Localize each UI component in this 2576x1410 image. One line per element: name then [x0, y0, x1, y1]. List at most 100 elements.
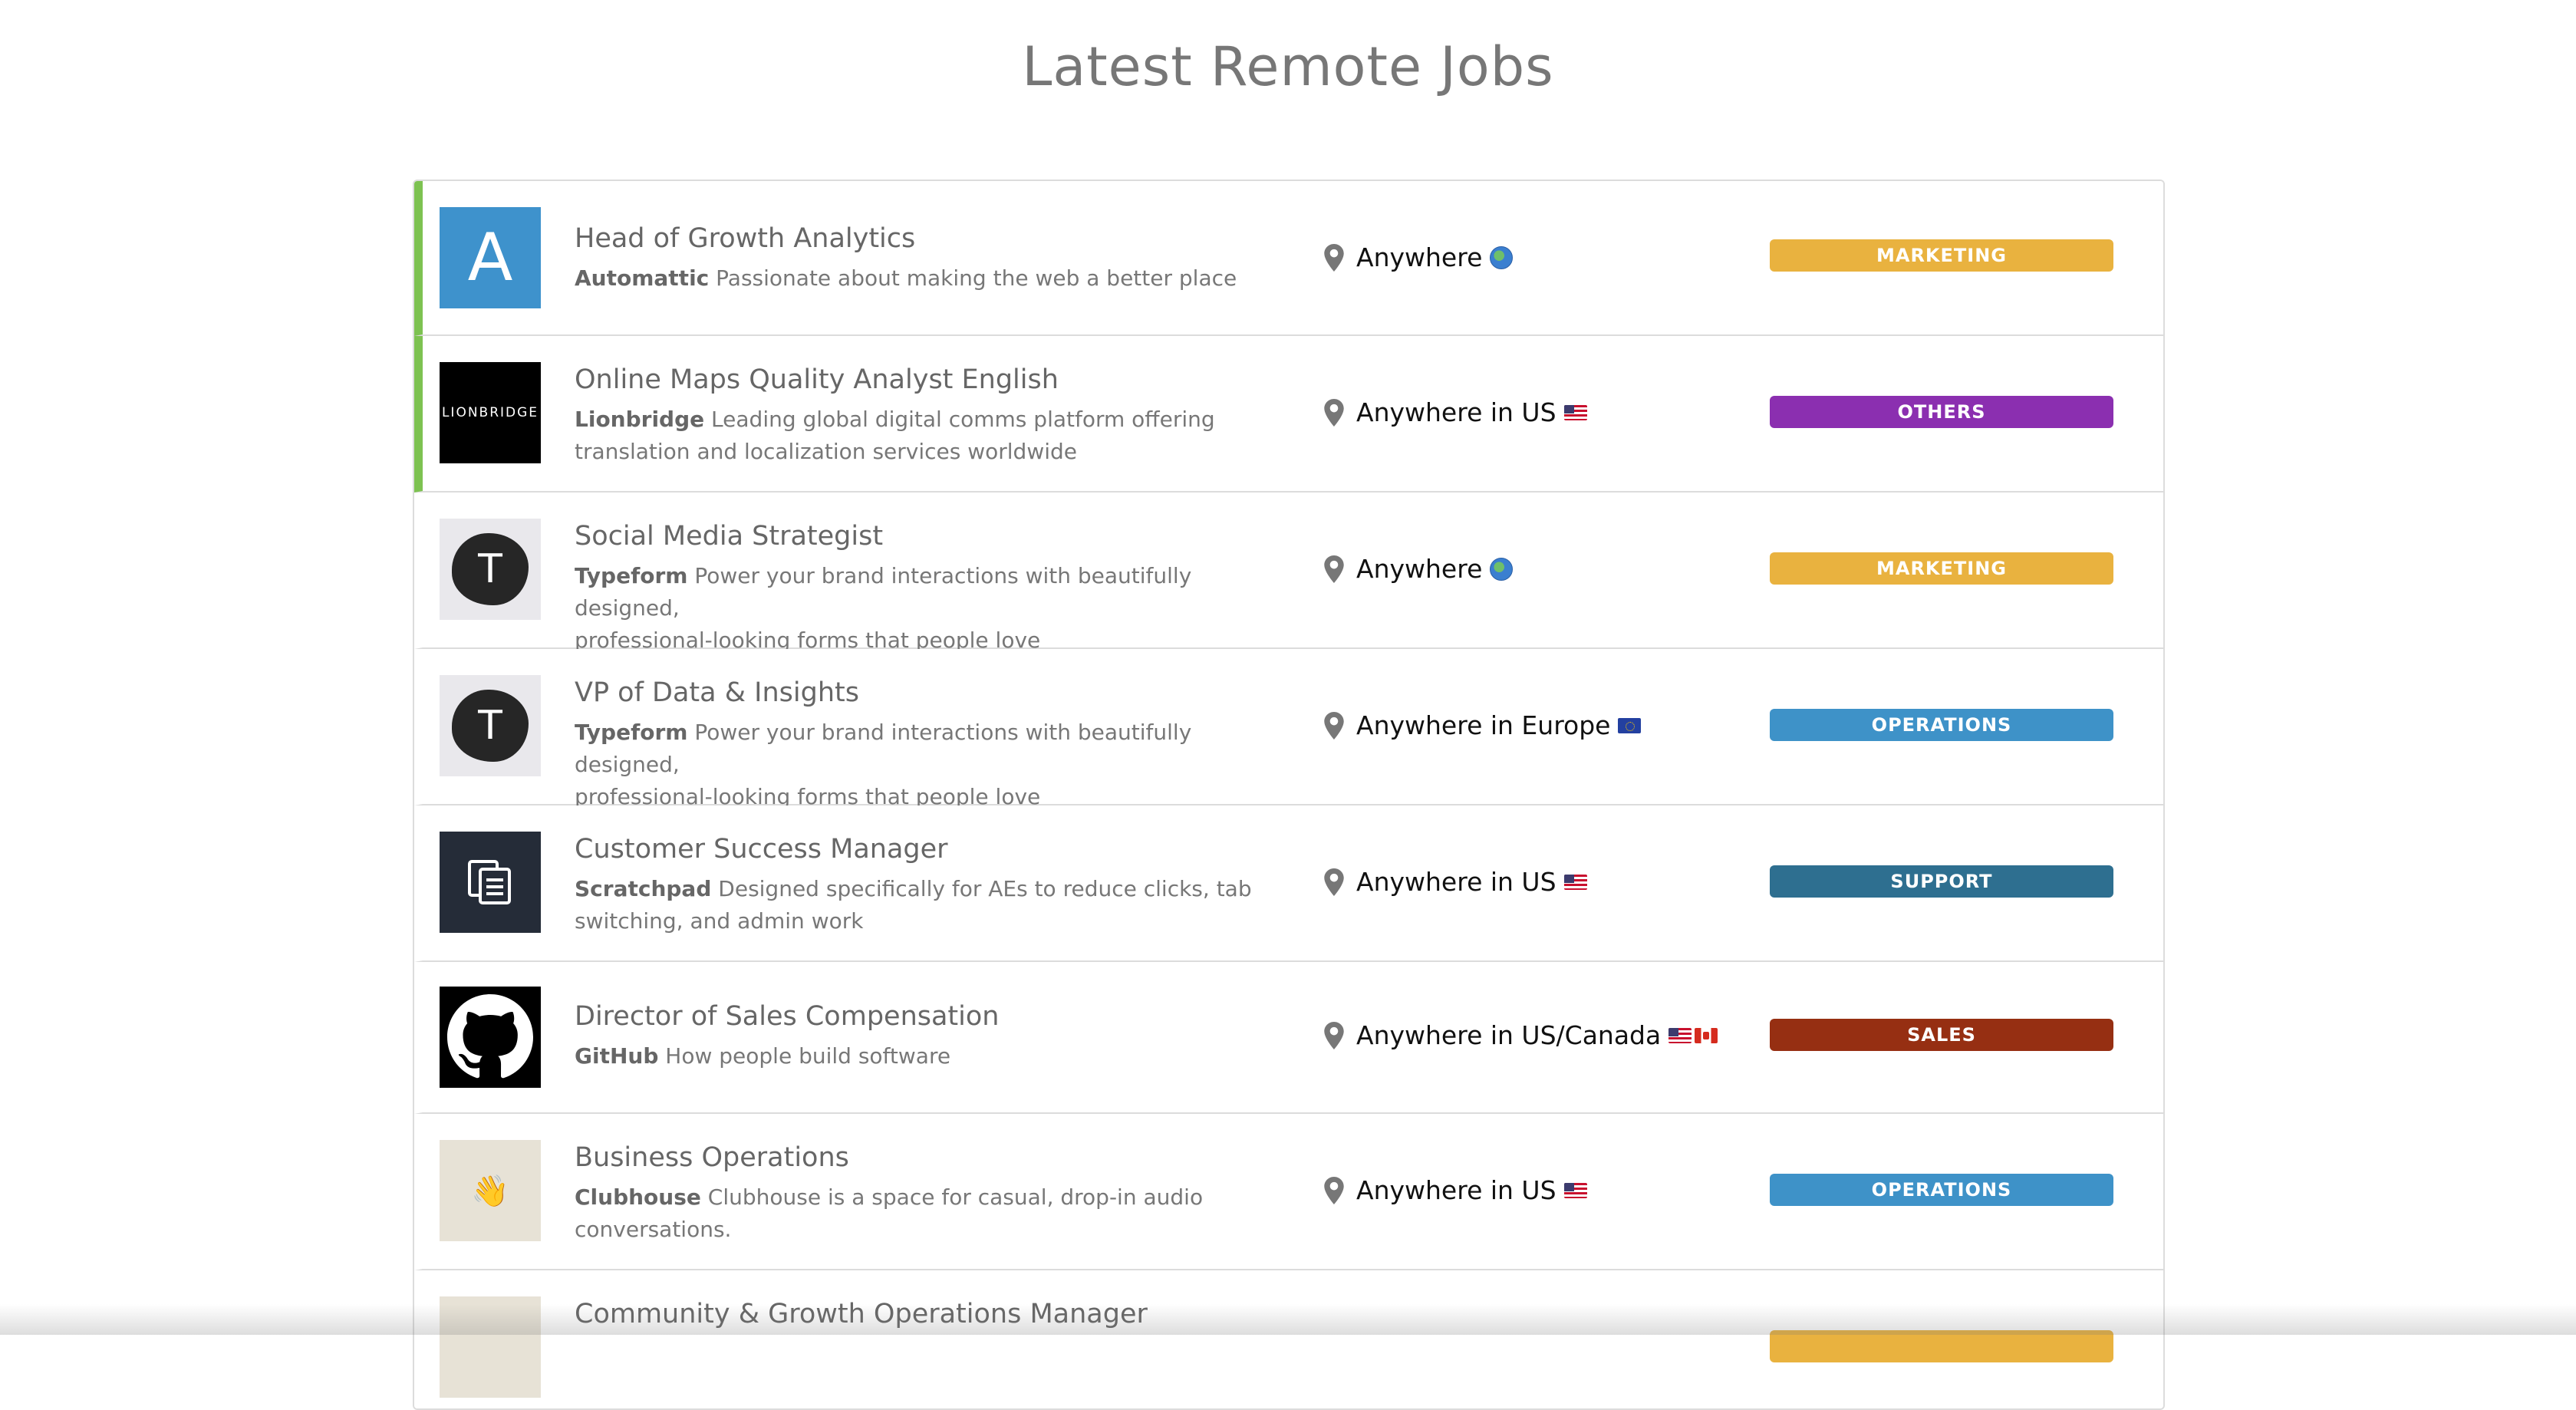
company-name: Typeform: [575, 719, 688, 745]
job-description: Lionbridge Leading global digital comms …: [575, 404, 1265, 468]
location-text: Anywhere: [1356, 242, 1483, 272]
us-flag-icon: [1563, 1182, 1587, 1198]
company-tagline-cont: translation and localization services wo…: [575, 438, 1078, 464]
job-info: Social Media Strategist Typeform Power y…: [575, 520, 1265, 657]
map-pin-icon: [1324, 555, 1344, 583]
jobs-list: A Head of Growth Analytics Automattic Pa…: [413, 180, 2165, 1410]
company-tagline: Designed specifically for AEs to reduce …: [718, 875, 1252, 901]
job-info: VP of Data & Insights Typeform Power you…: [575, 677, 1265, 813]
globe-icon: [1490, 557, 1514, 581]
company-tagline-cont: conversations.: [575, 1216, 732, 1242]
job-row[interactable]: Community & Growth Operations Manager: [414, 1270, 2163, 1408]
location-text: Anywhere in US/Canada: [1356, 1020, 1662, 1050]
category-badge[interactable]: [1770, 1330, 2113, 1362]
us-flag-icon: [1563, 874, 1587, 890]
job-title[interactable]: Customer Success Manager: [575, 833, 1265, 867]
scratchpad-doc-icon: [468, 860, 511, 904]
company-name: Typeform: [575, 562, 688, 588]
job-title[interactable]: Business Operations: [575, 1142, 1265, 1175]
company-name: Clubhouse: [575, 1184, 701, 1210]
category-badge[interactable]: SUPPORT: [1770, 865, 2113, 898]
logo-text: A: [467, 219, 513, 296]
map-pin-icon: [1324, 1021, 1344, 1049]
company-name: Automattic: [575, 265, 710, 291]
job-info: Director of Sales Compensation GitHub Ho…: [575, 1000, 1265, 1072]
ca-flag-icon: [1695, 1027, 1718, 1043]
scroll-shadow: [0, 1304, 2576, 1335]
job-info: Head of Growth Analytics Automattic Pass…: [575, 222, 1265, 295]
logo-text: LIONBRIDGE: [441, 405, 539, 420]
job-title[interactable]: Online Maps Quality Analyst English: [575, 364, 1265, 397]
scratchpad-logo: [440, 832, 541, 933]
job-description: Clubhouse Clubhouse is a space for casua…: [575, 1181, 1265, 1246]
logo-text: T: [478, 546, 502, 592]
github-logo: [440, 987, 541, 1088]
page-title: Latest Remote Jobs: [1022, 35, 1554, 98]
location-text: Anywhere in US: [1356, 397, 1556, 427]
typeform-blob: T: [452, 533, 529, 605]
us-flag-icon: [1668, 1027, 1692, 1043]
job-title[interactable]: Social Media Strategist: [575, 520, 1265, 554]
location-text: Anywhere in US: [1356, 1175, 1556, 1205]
map-pin-icon: [1324, 1176, 1344, 1204]
github-octocat-icon: [447, 994, 533, 1079]
job-location: Anywhere in US: [1324, 867, 1587, 897]
job-location: Anywhere in Europe: [1324, 710, 1642, 740]
job-title[interactable]: VP of Data & Insights: [575, 677, 1265, 710]
job-info: Customer Success Manager Scratchpad Desi…: [575, 833, 1265, 937]
job-description: Typeform Power your brand interactions w…: [575, 717, 1265, 813]
category-badge[interactable]: OPERATIONS: [1770, 709, 2113, 741]
company-name: Lionbridge: [575, 406, 705, 432]
job-location: Anywhere: [1324, 242, 1514, 272]
job-location: Anywhere in US: [1324, 1175, 1587, 1205]
category-badge[interactable]: MARKETING: [1770, 239, 2113, 272]
automattic-logo: A: [440, 207, 541, 308]
job-location: Anywhere in US: [1324, 397, 1587, 427]
job-info: Online Maps Quality Analyst English Lion…: [575, 364, 1265, 468]
job-row[interactable]: T VP of Data & Insights Typeform Power y…: [414, 649, 2163, 809]
company-tagline: How people build software: [665, 1043, 951, 1069]
lionbridge-logo: LIONBRIDGE: [440, 362, 541, 463]
clubhouse-logo: 👋: [440, 1140, 541, 1241]
job-row[interactable]: Customer Success Manager Scratchpad Desi…: [414, 805, 2163, 962]
company-name: Scratchpad: [575, 875, 712, 901]
category-badge[interactable]: OTHERS: [1770, 396, 2113, 428]
company-tagline-cont: switching, and admin work: [575, 908, 864, 934]
map-pin-icon: [1324, 868, 1344, 896]
job-title[interactable]: Director of Sales Compensation: [575, 1000, 1265, 1034]
job-row[interactable]: A Head of Growth Analytics Automattic Pa…: [414, 181, 2163, 336]
job-description: Typeform Power your brand interactions w…: [575, 560, 1265, 657]
company-name: GitHub: [575, 1043, 659, 1069]
map-pin-icon: [1324, 398, 1344, 427]
job-title[interactable]: Head of Growth Analytics: [575, 222, 1265, 256]
job-row[interactable]: LIONBRIDGE Online Maps Quality Analyst E…: [414, 336, 2163, 493]
typeform-blob: T: [452, 690, 529, 762]
waving-hand-icon: 👋: [471, 1173, 509, 1209]
company-tagline: Leading global digital comms platform of…: [711, 406, 1215, 432]
job-info: Business Operations Clubhouse Clubhouse …: [575, 1142, 1265, 1246]
job-location: Anywhere: [1324, 554, 1514, 584]
location-text: Anywhere in Europe: [1356, 710, 1611, 740]
location-text: Anywhere in US: [1356, 867, 1556, 897]
globe-icon: [1490, 245, 1514, 269]
company-tagline: Clubhouse is a space for casual, drop-in…: [707, 1184, 1204, 1210]
location-text: Anywhere: [1356, 554, 1483, 584]
map-pin-icon: [1324, 243, 1344, 272]
job-description: Scratchpad Designed specifically for AEs…: [575, 873, 1265, 937]
typeform-logo: T: [440, 519, 541, 620]
job-row[interactable]: 👋 Business Operations Clubhouse Clubhous…: [414, 1114, 2163, 1270]
eu-flag-icon: [1618, 717, 1642, 733]
us-flag-icon: [1563, 404, 1587, 420]
logo-text: T: [478, 703, 502, 749]
job-location: Anywhere in US/Canada: [1324, 1020, 1718, 1050]
map-pin-icon: [1324, 711, 1344, 740]
category-badge[interactable]: SALES: [1770, 1019, 2113, 1051]
category-badge[interactable]: MARKETING: [1770, 552, 2113, 585]
company-tagline: Passionate about making the web a better…: [716, 265, 1237, 291]
job-row[interactable]: Director of Sales Compensation GitHub Ho…: [414, 962, 2163, 1114]
typeform-logo: T: [440, 675, 541, 776]
job-description: GitHub How people build software: [575, 1040, 1265, 1072]
category-badge[interactable]: OPERATIONS: [1770, 1174, 2113, 1206]
job-row[interactable]: T Social Media Strategist Typeform Power…: [414, 493, 2163, 653]
job-description: Automattic Passionate about making the w…: [575, 262, 1265, 295]
